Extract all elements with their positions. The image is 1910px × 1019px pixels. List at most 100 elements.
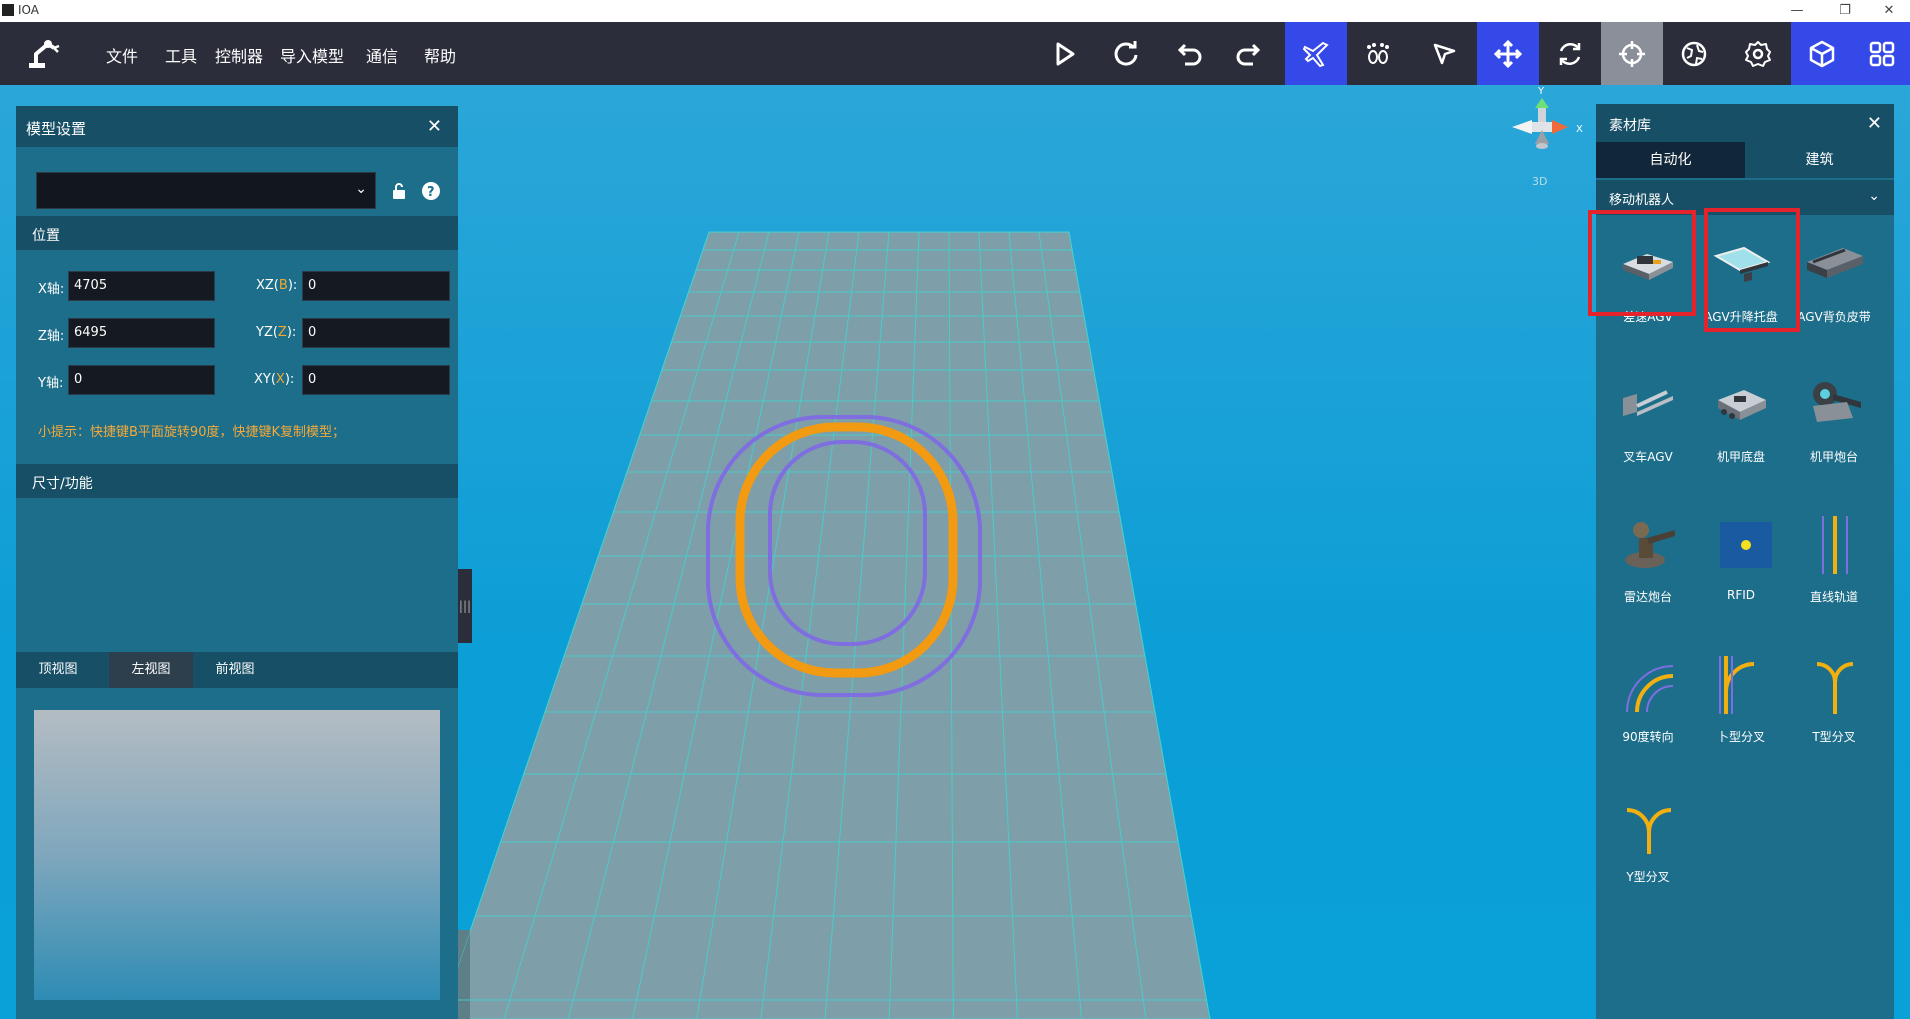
item-label: 叉车AGV — [1623, 450, 1673, 464]
library-item-t-fork[interactable]: T型分叉 — [1789, 646, 1879, 766]
library-item-straight-track[interactable]: 直线轨道 — [1789, 506, 1879, 626]
library-item-mech-chassis[interactable]: 机甲底盘 — [1696, 366, 1786, 486]
item-label: 机甲炮台 — [1809, 450, 1858, 464]
axis-gizmo[interactable]: Y X 3D — [1508, 84, 1588, 194]
y-axis-label: Y轴: — [38, 376, 64, 391]
airplane-icon — [1302, 41, 1329, 67]
model-select-dropdown[interactable]: ⌄ — [36, 172, 376, 209]
menu-controller[interactable]: 控制器 — [215, 43, 263, 67]
chevron-down-icon: ⌄ — [1868, 188, 1880, 204]
panel-header: 模型设置 ✕ — [16, 106, 458, 147]
play-icon — [1056, 42, 1075, 65]
svg-text:?: ? — [427, 185, 435, 200]
item-label: T型分叉 — [1812, 730, 1856, 744]
menubar: 文件 工具 控制器 导入模型 通信 帮助 — [0, 22, 1910, 85]
z-axis-input[interactable]: 6495 — [68, 318, 215, 348]
xy-rotation-input[interactable]: 0 — [302, 365, 450, 395]
library-item-agv-belt[interactable]: AGV背负皮带 — [1789, 226, 1879, 346]
unlock-icon[interactable] — [390, 182, 408, 200]
view-mode-label: 3D — [1532, 175, 1547, 188]
window-title: IOA — [18, 3, 39, 17]
axis-x-label: X — [1576, 124, 1583, 135]
walk-mode-button[interactable] — [1347, 22, 1409, 85]
xz-rotation-input[interactable]: 0 — [302, 271, 450, 301]
close-window-button[interactable]: ✕ — [1866, 0, 1910, 22]
pointer-icon — [1433, 43, 1456, 64]
view-tabs: 顶视图 左视图 前视图 — [16, 652, 458, 688]
yz-suffix: ): — [286, 325, 297, 340]
straight-track-icon — [1822, 516, 1848, 574]
menu-tools[interactable]: 工具 — [165, 43, 197, 67]
rotate-icon — [1559, 42, 1581, 65]
xz-suffix: ): — [287, 278, 298, 293]
material-library-panel: 素材库 ✕ 自动化 建筑 移动机器人 ⌄ 差速AGV AGV升降托盘 AGV背负… — [1588, 104, 1894, 1019]
library-item-radar-turret[interactable]: 雷达炮台 — [1603, 506, 1693, 626]
rotate-tool-button[interactable] — [1539, 22, 1601, 85]
tab-left-view[interactable]: 左视图 — [109, 652, 193, 688]
move-tool-button[interactable] — [1477, 22, 1539, 85]
item-label: AGV背负皮带 — [1797, 310, 1871, 324]
restore-button[interactable]: ❐ — [1822, 0, 1868, 22]
robot-arm-logo-icon — [29, 40, 60, 68]
tab-front-view[interactable]: 前视图 — [193, 652, 277, 688]
tab-building[interactable]: 建筑 — [1745, 142, 1894, 178]
select-tool-button[interactable] — [1413, 22, 1475, 85]
library-item-90-degree-turn[interactable]: 90度转向 — [1603, 646, 1693, 766]
library-item-bu-fork[interactable]: 卜型分叉 — [1696, 646, 1786, 766]
reset-button[interactable] — [1095, 22, 1157, 85]
play-button[interactable] — [1033, 22, 1095, 85]
mech-turret-icon — [1813, 382, 1861, 422]
fly-mode-button[interactable] — [1285, 22, 1347, 85]
library-item-mech-turret[interactable]: 机甲炮台 — [1789, 366, 1879, 486]
window-titlebar: IOA — ❐ ✕ — [0, 0, 1910, 22]
app-icon — [2, 4, 14, 16]
shortcut-tip: 小提示：快捷键B平面旋转90度，快捷键K复制模型； — [38, 425, 345, 440]
size-function-section-header: 尺寸/功能 — [16, 464, 458, 498]
panel-resize-handle[interactable]: ||| — [458, 569, 472, 643]
redo-icon — [1114, 40, 1138, 66]
model-button[interactable] — [1791, 22, 1853, 85]
agv-belt-icon — [1807, 248, 1863, 278]
panel-title: 模型设置 — [26, 120, 87, 138]
library-item-forklift-agv[interactable]: 叉车AGV — [1603, 366, 1693, 486]
forward-icon — [1236, 43, 1261, 65]
axis-y-label: Y — [1537, 86, 1545, 97]
item-label: 雷达炮台 — [1623, 590, 1672, 604]
menu-help[interactable]: 帮助 — [424, 43, 456, 67]
settings-button[interactable] — [1727, 22, 1789, 85]
help-icon[interactable]: ? — [421, 181, 441, 201]
library-header: 素材库 ✕ — [1596, 104, 1894, 142]
chevron-down-icon: ⌄ — [355, 181, 367, 197]
tab-top-view[interactable]: 顶视图 — [16, 652, 100, 688]
library-tabs: 自动化 建筑 — [1596, 142, 1894, 178]
crosshair-icon — [1619, 40, 1645, 67]
menu-import-model[interactable]: 导入模型 — [280, 43, 344, 67]
library-item-rfid[interactable]: RFID — [1696, 506, 1786, 626]
bu-fork-icon — [1719, 656, 1755, 714]
close-icon[interactable]: ✕ — [1867, 113, 1882, 134]
grid-icon — [1869, 41, 1894, 66]
yz-rotation-input[interactable]: 0 — [302, 318, 450, 348]
xy-shortcut-key: X — [275, 372, 285, 387]
library-button[interactable] — [1853, 22, 1910, 85]
library-item-y-fork[interactable]: Y型分叉 — [1603, 786, 1693, 906]
menu-file[interactable]: 文件 — [106, 43, 138, 67]
model-preview — [34, 710, 440, 1000]
xy-rotation-label: XY(X): — [254, 372, 294, 387]
snap-tool-button[interactable] — [1601, 22, 1663, 85]
undo-button[interactable] — [1157, 22, 1219, 85]
x-axis-label: X轴: — [38, 282, 65, 297]
menu-communication[interactable]: 通信 — [366, 43, 398, 67]
undo-icon — [1177, 43, 1202, 65]
minimize-button[interactable]: — — [1774, 0, 1820, 22]
item-label: 卜型分叉 — [1716, 730, 1765, 744]
xy-suffix: ): — [284, 372, 295, 387]
x-axis-input[interactable]: 4705 — [68, 271, 215, 301]
forward-button[interactable] — [1219, 22, 1281, 85]
close-icon[interactable]: ✕ — [427, 116, 442, 137]
y-axis-input[interactable]: 0 — [68, 365, 215, 395]
category-label: 移动机器人 — [1609, 193, 1675, 208]
world-button[interactable] — [1663, 22, 1725, 85]
tab-automation[interactable]: 自动化 — [1596, 142, 1745, 178]
cube-icon — [1809, 40, 1835, 67]
